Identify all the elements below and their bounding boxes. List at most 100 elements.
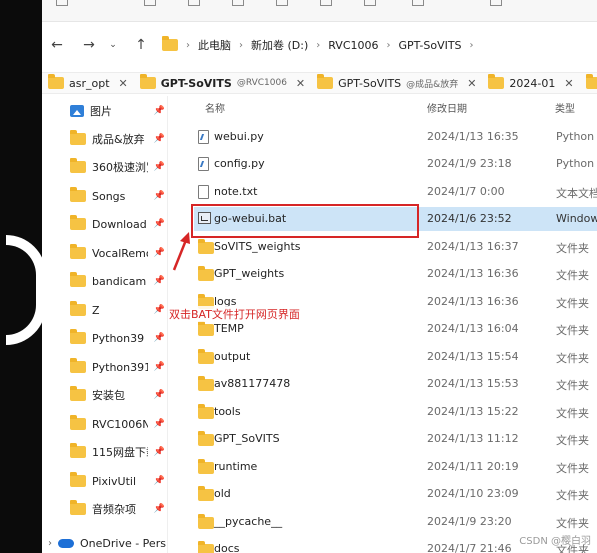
chevron-right-icon[interactable]: › — [239, 40, 243, 51]
sidebar-item-360[interactable]: 360极速浏览 📌 — [70, 156, 165, 178]
rename-button[interactable] — [276, 0, 288, 8]
file-date: 2024/1/7 0:00 — [427, 185, 505, 198]
file-row-tools[interactable]: tools 2024/1/13 15:22 文件夹 — [194, 400, 597, 424]
file-date: 2024/1/13 15:22 — [427, 405, 519, 418]
file-row-av881177478[interactable]: av881177478 2024/1/13 15:53 文件夹 — [194, 372, 597, 396]
sidebar-item-bandicam[interactable]: bandicam 📌 — [70, 270, 165, 292]
breadcrumb-this-pc[interactable]: 此电脑 — [198, 37, 231, 53]
chevron-right-icon[interactable]: › — [48, 538, 52, 549]
forward-arrow-icon[interactable]: → — [76, 32, 102, 58]
sidebar-item-label: Python391 — [92, 360, 148, 374]
column-header-name[interactable]: 名称 — [205, 100, 225, 115]
python-file-icon — [198, 130, 209, 144]
file-row-go-webui-bat[interactable]: go-webui.bat 2024/1/6 23:52 Window — [194, 207, 597, 231]
sidebar-item-audio-misc[interactable]: 音频杂项 📌 — [70, 498, 165, 520]
breadcrumb-rvc1006[interactable]: RVC1006 — [328, 39, 378, 52]
file-name: tools — [214, 405, 241, 418]
chevron-right-icon[interactable]: › — [316, 40, 320, 51]
file-type: Python F — [556, 157, 597, 170]
file-row-old[interactable]: old 2024/1/10 23:09 文件夹 — [194, 482, 597, 506]
sidebar-item-finished[interactable]: 成品&放弃 📌 — [70, 128, 165, 150]
cut-button[interactable] — [144, 0, 156, 8]
sidebar-item-songs[interactable]: Songs 📌 — [70, 185, 165, 207]
file-type: 文件夹 — [556, 434, 589, 447]
file-type: 文件夹 — [556, 517, 589, 530]
file-row-gpt-weights[interactable]: GPT_weights 2024/1/13 16:36 文件夹 — [194, 262, 597, 286]
folder-icon — [198, 404, 214, 419]
file-row-pycache[interactable]: __pycache__ 2024/1/9 23:20 文件夹 — [194, 510, 597, 534]
folder-icon — [48, 74, 64, 89]
file-row-gpt-sovits[interactable]: GPT_SoVITS 2024/1/13 11:12 文件夹 — [194, 427, 597, 451]
tab-2024-01[interactable]: 2024-01 ✕ — [482, 73, 579, 93]
file-name: docs — [214, 542, 240, 553]
up-arrow-icon[interactable]: ↑ — [128, 32, 154, 58]
pin-icon: 📌 — [153, 305, 165, 315]
folder-icon — [198, 349, 214, 364]
back-arrow-icon[interactable]: ← — [44, 32, 70, 58]
share-button[interactable] — [320, 0, 332, 8]
folder-icon — [198, 376, 214, 391]
copy-button[interactable] — [188, 0, 200, 8]
tab-band[interactable]: band — [580, 73, 597, 93]
sidebar-item-115-download[interactable]: 115网盘下载 📌 — [70, 441, 165, 463]
file-row-output[interactable]: output 2024/1/13 15:54 文件夹 — [194, 345, 597, 369]
file-type: 文件夹 — [556, 352, 589, 365]
chevron-right-icon[interactable]: › — [186, 40, 190, 51]
address-bar[interactable]: › 此电脑 › 新加卷 (D:) › RVC1006 › GPT-SoVITS … — [162, 32, 597, 58]
delete-button[interactable] — [364, 0, 376, 8]
pin-icon: 📌 — [153, 248, 165, 258]
new-button[interactable] — [56, 0, 68, 8]
file-name: go-webui.bat — [214, 212, 287, 225]
sidebar-item-onedrive[interactable]: › OneDrive - Pers — [48, 537, 166, 550]
chevron-right-icon[interactable]: › — [387, 40, 391, 51]
sidebar-item-z[interactable]: Z 📌 — [70, 299, 165, 321]
pane-divider[interactable] — [167, 96, 175, 553]
file-row-sovits-weights[interactable]: SoVITS_weights 2024/1/13 16:37 文件夹 — [194, 235, 597, 259]
sidebar-item-python39[interactable]: Python39 📌 — [70, 327, 165, 349]
file-type: 文本文档 — [556, 187, 597, 200]
recent-chevron-icon[interactable]: ⌄ — [100, 32, 126, 58]
file-date: 2024/1/13 11:12 — [427, 432, 519, 445]
view-button[interactable] — [490, 0, 502, 8]
breadcrumb-gpt-sovits[interactable]: GPT-SoVITS — [399, 39, 462, 52]
chevron-right-icon[interactable]: › — [470, 40, 474, 51]
sidebar-item-pictures[interactable]: 图片 📌 — [70, 100, 165, 122]
sidebar-item-download[interactable]: Download 📌 — [70, 213, 165, 235]
sort-button[interactable] — [412, 0, 424, 8]
close-icon[interactable]: ✕ — [119, 77, 128, 90]
file-name: TEMP — [214, 322, 244, 335]
close-icon[interactable]: ✕ — [564, 77, 573, 90]
pin-icon: 📌 — [153, 362, 165, 372]
file-name: __pycache__ — [214, 515, 283, 528]
folder-icon — [198, 459, 214, 474]
paste-button[interactable] — [232, 0, 244, 8]
column-header-type[interactable]: 类型 — [555, 100, 575, 115]
sidebar-item-installers[interactable]: 安装包 📌 — [70, 384, 165, 406]
file-name: output — [214, 350, 251, 363]
view-icon — [490, 0, 502, 6]
close-icon[interactable]: ✕ — [467, 77, 476, 90]
column-header-date[interactable]: 修改日期 — [427, 100, 467, 115]
file-row-config-py[interactable]: config.py 2024/1/9 23:18 Python F — [194, 152, 597, 176]
sidebar-item-vocalremover[interactable]: VocalRemo 📌 — [70, 242, 165, 264]
copy-icon — [188, 0, 200, 6]
folder-icon — [198, 321, 214, 336]
tab-asr-opt[interactable]: asr_opt ✕ — [42, 73, 134, 93]
file-row-runtime[interactable]: runtime 2024/1/11 20:19 文件夹 — [194, 455, 597, 479]
file-row-webui-py[interactable]: webui.py 2024/1/13 16:35 Python F — [194, 125, 597, 149]
pin-icon: 📌 — [153, 276, 165, 286]
file-row-note-txt[interactable]: note.txt 2024/1/7 0:00 文本文档 — [194, 180, 597, 204]
close-icon[interactable]: ✕ — [296, 77, 305, 90]
file-name: webui.py — [214, 130, 264, 143]
sidebar-item-python391[interactable]: Python391 📌 — [70, 356, 165, 378]
sidebar-item-label: 成品&放弃 — [92, 133, 145, 146]
breadcrumb-drive[interactable]: 新加卷 (D:) — [251, 37, 308, 53]
file-name: SoVITS_weights — [214, 240, 301, 253]
file-type: 文件夹 — [556, 269, 589, 282]
tab-gpt-sovits-rvc1006[interactable]: GPT-SoVITS @RVC1006 ✕ — [134, 73, 311, 93]
tab-gpt-sovits-archive[interactable]: GPT-SoVITS @成品&放弃 ✕ — [311, 73, 482, 93]
file-explorer-window: ← → ⌄ ↑ › 此电脑 › 新加卷 (D:) › RVC1006 › GPT… — [42, 0, 597, 553]
folder-icon — [70, 329, 86, 344]
sidebar-item-rvc1006n[interactable]: RVC1006N 📌 — [70, 413, 165, 435]
sidebar-item-pixivutil[interactable]: PixivUtil 📌 — [70, 470, 165, 492]
